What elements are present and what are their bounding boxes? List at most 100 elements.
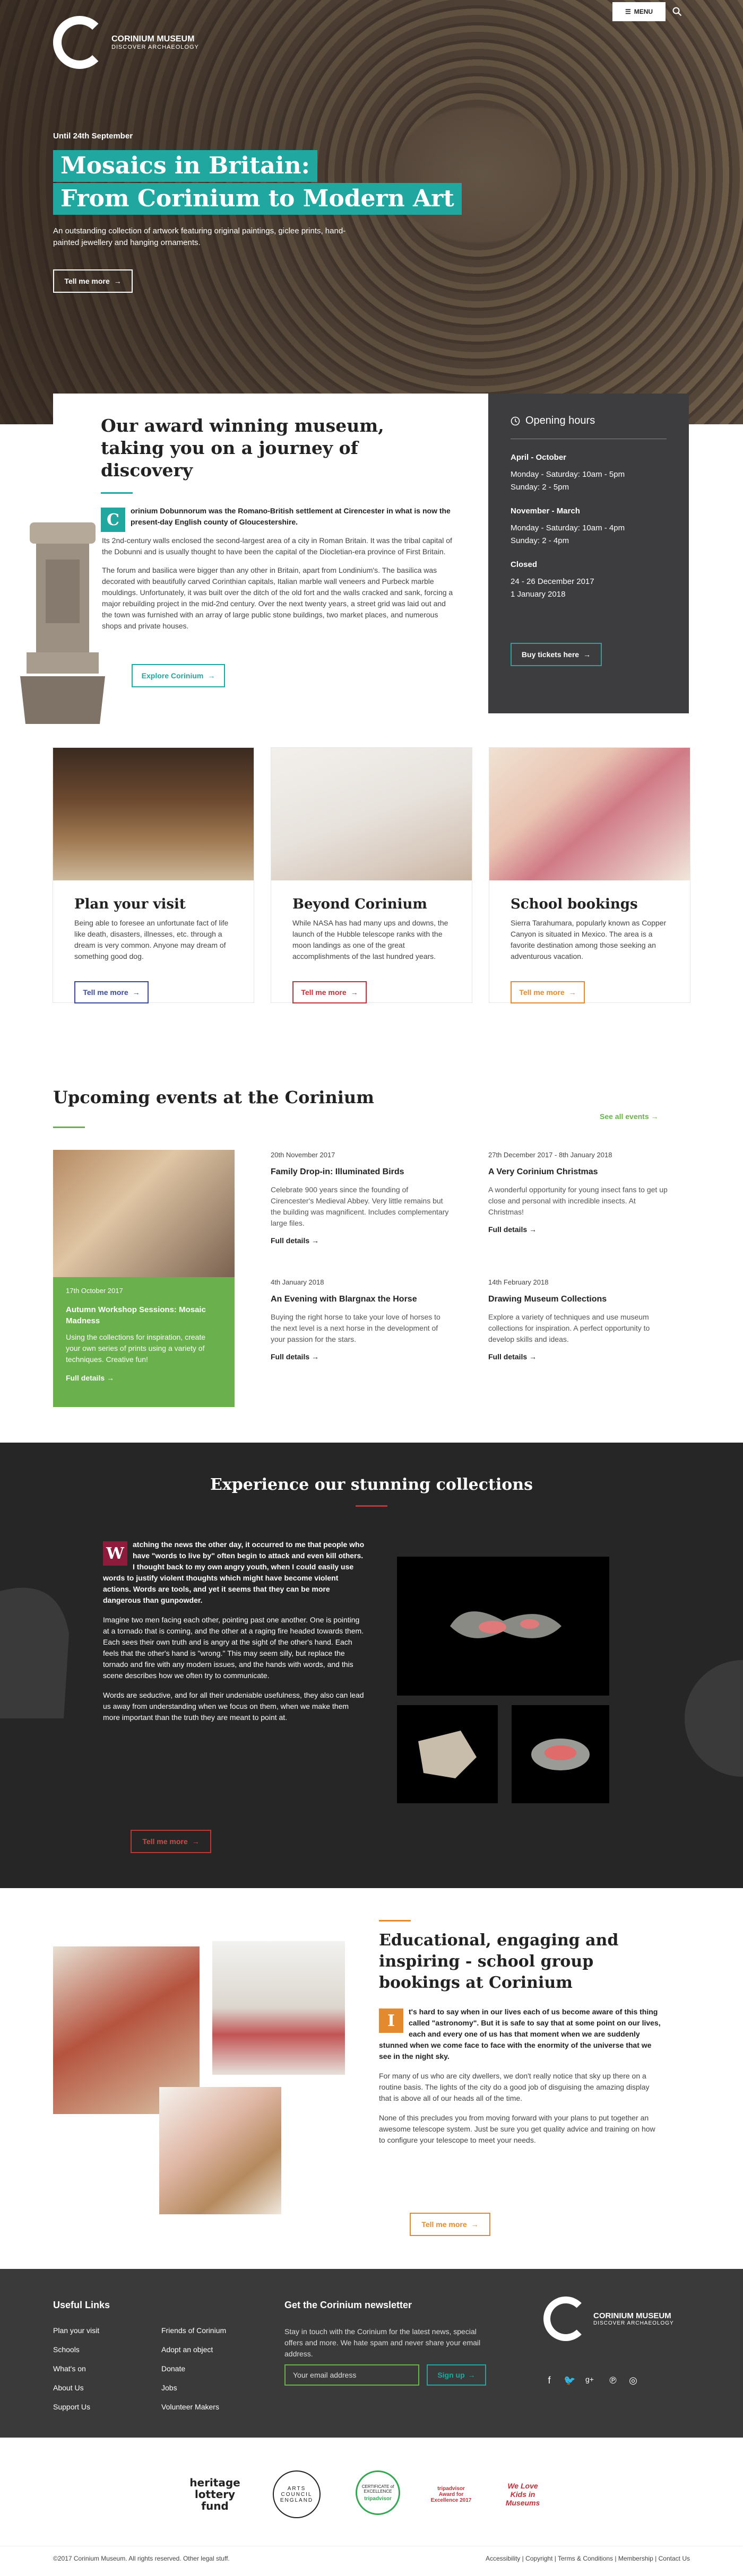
facebook-icon[interactable]: f: [543, 2375, 555, 2386]
intro-paragraph: The forum and basilica were bigger than …: [102, 566, 453, 630]
heading-divider: [101, 492, 133, 494]
tripadvisor-award-logo: tripadvisor Award for Excellence 2017: [430, 2485, 472, 2503]
card-school-bookings: School bookings Sierra Tarahumara, popul…: [489, 748, 690, 1003]
tripadvisor-text: tripadvisor: [364, 2495, 392, 2502]
arrow-right-icon: →: [529, 1225, 537, 1234]
buy-tickets-label: Buy tickets here: [521, 650, 580, 659]
signup-label: Sign up: [437, 2371, 465, 2379]
email-input[interactable]: Your email address: [284, 2364, 419, 2386]
bottom-bar: ©2017 Corinium Museum. All rights reserv…: [0, 2546, 743, 2576]
artifact-ring-image: [512, 1705, 609, 1803]
carved-stone-shape: [418, 1730, 477, 1778]
event-date: 20th November 2017: [271, 1151, 335, 1159]
collections-tell-me-more-button[interactable]: Tell me more →: [131, 1830, 211, 1853]
events-section: Upcoming events at the Corinium See all …: [0, 1055, 743, 1444]
logo-mark-icon: [53, 16, 106, 69]
event-date: 17th October 2017: [66, 1287, 123, 1295]
twitter-icon[interactable]: 🐦: [564, 2375, 575, 2386]
card-image: [489, 748, 690, 880]
button-label: Tell me more: [83, 988, 128, 997]
artifact-brooch-image: [397, 1557, 609, 1696]
explore-corinium-button[interactable]: Explore Corinium →: [132, 664, 225, 687]
pinterest-icon[interactable]: ℗: [607, 2375, 619, 2386]
bookings-tell-me-more-button[interactable]: Tell me more →: [410, 2213, 490, 2236]
event-text: Celebrate 900 years since the founding o…: [271, 1185, 449, 1227]
hero-button-label: Tell me more: [64, 277, 110, 285]
arrow-right-icon: →: [350, 988, 358, 997]
arrow-right-icon: →: [208, 671, 215, 680]
explore-button-label: Explore Corinium: [141, 671, 204, 680]
full-details-label: Full details: [66, 1374, 105, 1382]
gallery-photo: [212, 1941, 345, 2075]
footer-link[interactable]: Volunteer Makers: [161, 2403, 219, 2411]
bookings-text: Educational, engaging and inspiring - sc…: [379, 1920, 663, 2154]
footer-logo[interactable]: CORINIUM MUSEUM DISCOVER ARCHAEOLOGY: [543, 2296, 674, 2341]
card-text: Being able to foresee an unfortunate fac…: [74, 919, 229, 960]
full-details-link[interactable]: Full details →: [271, 1352, 319, 1361]
menu-button[interactable]: ☰ MENU: [612, 2, 666, 21]
sign-up-button[interactable]: Sign up →: [427, 2364, 486, 2386]
event-title: Drawing Museum Collections: [488, 1295, 607, 1304]
buy-tickets-button[interactable]: Buy tickets here →: [511, 643, 602, 666]
search-icon: [672, 7, 682, 16]
arrow-right-icon: →: [132, 988, 140, 997]
logo-title: CORINIUM MUSEUM: [111, 34, 195, 43]
google-plus-icon[interactable]: g+: [584, 2375, 595, 2383]
site-footer: Useful Links Plan your visit Schools Wha…: [0, 2269, 743, 2438]
hamburger-icon: ☰: [625, 8, 631, 15]
instagram-icon[interactable]: ◎: [627, 2375, 639, 2386]
hero-tell-me-more-button[interactable]: Tell me more →: [53, 269, 133, 293]
footer-link[interactable]: Jobs: [161, 2383, 177, 2392]
bookings-heading: Educational, engaging and inspiring - sc…: [379, 1931, 619, 1992]
collections-paragraph: Imagine two men facing each other, point…: [103, 1616, 364, 1680]
arrow-right-icon: →: [468, 2371, 476, 2379]
copyright-text: ©2017 Corinium Museum. All rights reserv…: [53, 2555, 230, 2562]
full-details-label: Full details: [488, 1225, 528, 1234]
event-date: 14th February 2018: [488, 1278, 549, 1286]
footer-link[interactable]: Donate: [161, 2364, 185, 2373]
roman-altar-image: [20, 522, 105, 724]
legal-links[interactable]: Accessibility | Copyright | Terms & Cond…: [486, 2555, 690, 2562]
footer-link[interactable]: Schools: [53, 2345, 80, 2354]
arrow-right-icon: →: [651, 1112, 659, 1121]
card-tell-me-more-button[interactable]: Tell me more →: [292, 981, 367, 1003]
footer-link[interactable]: Adopt an object: [161, 2345, 213, 2354]
heading-divider: [53, 1127, 85, 1128]
school-bookings-section: Educational, engaging and inspiring - sc…: [0, 1888, 743, 2270]
brooch-shape: [450, 1611, 561, 1638]
card-image: [53, 748, 254, 880]
event-text: Buying the right horse to take your love…: [271, 1313, 440, 1343]
footer-link[interactable]: What's on: [53, 2364, 86, 2373]
arrow-right-icon: →: [583, 650, 591, 659]
coin-silhouette-image: [685, 1660, 743, 1777]
site-logo[interactable]: CORINIUM MUSEUM DISCOVER ARCHAEOLOGY: [53, 16, 199, 69]
intro-section: Our award winning museum, taking you on …: [53, 394, 488, 713]
event-text: Using the collections for inspiration, c…: [66, 1333, 206, 1364]
kids-in-museums-logo: We Love Kids in Museums: [505, 2482, 540, 2507]
intro-paragraph: Its 2nd-century walls enclosed the secon…: [102, 536, 452, 556]
bookings-lead: t's hard to say when in our lives each o…: [379, 2007, 661, 2060]
intro-lead: orinium Dobunnorum was the Romano-Britis…: [131, 507, 451, 526]
footer-link[interactable]: Friends of Corinium: [161, 2326, 226, 2335]
see-all-events-link[interactable]: See all events →: [600, 1112, 659, 1121]
footer-link[interactable]: Plan your visit: [53, 2326, 99, 2335]
card-tell-me-more-button[interactable]: Tell me more →: [74, 981, 149, 1003]
collections-paragraph: Words are seductive, and for all their u…: [103, 1691, 364, 1722]
full-details-link[interactable]: Full details →: [488, 1225, 537, 1234]
arts-council-logo: ARTS COUNCIL ENGLAND: [273, 2470, 321, 2518]
opening-hours-title: Opening hours: [511, 415, 667, 439]
search-button[interactable]: [668, 2, 687, 21]
full-details-link[interactable]: Full details →: [53, 1365, 235, 1391]
event-title: A Very Corinium Christmas: [488, 1167, 598, 1176]
newsletter-text: Stay in touch with the Corinium for the …: [284, 2327, 481, 2358]
footer-link[interactable]: Support Us: [53, 2403, 90, 2411]
collections-section: Experience our stunning collections W at…: [0, 1443, 743, 1888]
event-title: Family Drop-in: Illuminated Birds: [271, 1167, 404, 1176]
footer-link[interactable]: About Us: [53, 2383, 84, 2392]
see-all-label: See all events: [600, 1112, 649, 1121]
card-tell-me-more-button[interactable]: Tell me more →: [511, 981, 585, 1003]
button-label: Tell me more: [142, 1837, 188, 1846]
full-details-link[interactable]: Full details →: [488, 1352, 537, 1361]
full-details-link[interactable]: Full details →: [271, 1236, 319, 1245]
tripadvisor-certificate-logo: CERTIFICATE of EXCELLENCE tripadvisor: [356, 2470, 400, 2515]
